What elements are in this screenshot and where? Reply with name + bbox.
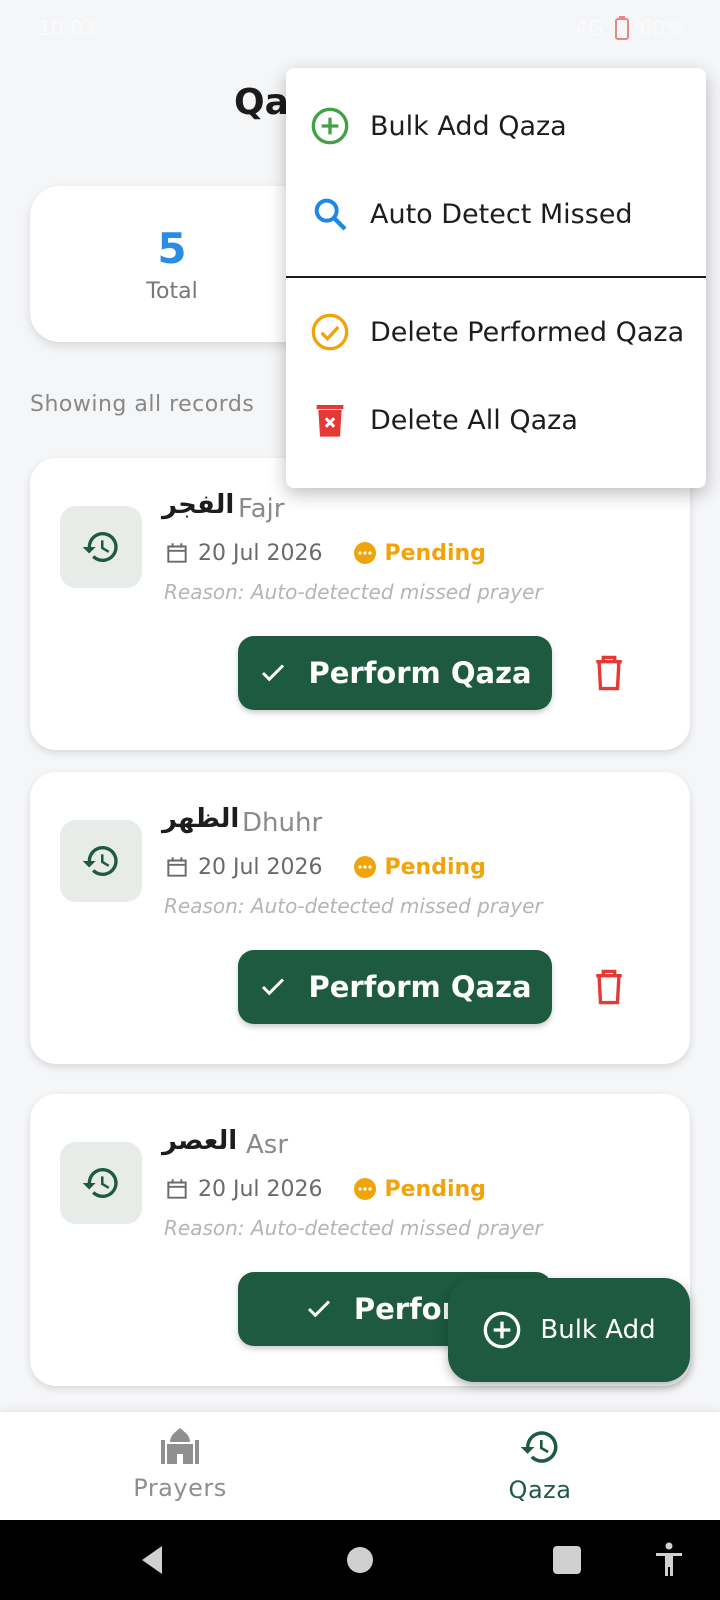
status-badge: Pending [353,855,486,880]
prayer-name-english: Fajr [238,494,285,524]
add-circle-icon [311,107,349,145]
status-badge: Pending [353,541,486,566]
back-icon[interactable] [136,1544,168,1576]
menu-item-label: Auto Detect Missed [370,198,633,230]
nav-label-prayers: Prayers [133,1474,227,1502]
system-nav-bar [0,1520,720,1600]
bulk-add-label: Bulk Add [540,1315,656,1345]
menu-item-auto-detect[interactable]: Auto Detect Missed [310,194,633,234]
date-status-row: 20 Jul 2026 Pending [164,854,486,880]
nav-item-prayers[interactable]: Prayers [80,1426,280,1502]
prayer-name-arabic: العصر [162,1126,238,1156]
trash-icon [596,655,622,691]
delete-button[interactable] [586,962,632,1012]
status-text: Pending [384,854,486,880]
history-icon [82,1168,118,1198]
history-icon [82,532,118,562]
battery-icon [614,16,629,40]
menu-item-label: Delete All Qaza [370,404,578,436]
qaza-reason: Reason: Auto-detected missed prayer [164,1216,543,1240]
status-text: Pending [384,1176,486,1202]
battery-percent: 60% [639,16,684,40]
qaza-card: الفجر Fajr 20 Jul 2026 Pending Reason: A… [30,458,690,750]
prayer-name-arabic: الظهر [162,804,240,834]
qaza-date: 20 Jul 2026 [198,854,323,880]
network-label: 4G [575,16,604,40]
calendar-icon [167,543,187,563]
prayer-name-english: Asr [246,1130,289,1160]
home-icon[interactable] [346,1546,374,1574]
trash-icon [596,969,622,1005]
filter-summary: Showing all records [30,392,255,417]
check-icon [262,978,285,996]
bottom-nav: Prayers Qaza [0,1412,720,1520]
status-badge: Pending [353,1177,486,1202]
status-text: Pending [384,540,486,566]
pending-dots-icon [353,542,376,564]
nav-label-qaza: Qaza [508,1476,572,1504]
qaza-reason: Reason: Auto-detected missed prayer [164,894,543,918]
accessibility-icon[interactable] [654,1542,684,1578]
status-right: 4G 60% [575,16,684,40]
qaza-card-icon-box [60,820,142,902]
mosque-icon [161,1428,199,1464]
menu-item-label: Delete Performed Qaza [370,316,685,348]
recents-icon[interactable] [552,1545,582,1575]
menu-divider [286,276,706,278]
date-status-row: 20 Jul 2026 Pending [164,540,486,566]
stat-total-label: Total [146,279,198,304]
qaza-reason: Reason: Auto-detected missed prayer [164,580,543,604]
nav-item-qaza[interactable]: Qaza [440,1426,640,1504]
prayer-name-arabic: الفجر [162,490,235,520]
status-time: 10:03 [38,16,96,40]
add-circle-icon [484,1311,521,1349]
menu-item-delete-all[interactable]: Delete All Qaza [310,400,578,440]
check-circle-icon [311,313,349,351]
perform-qaza-button[interactable]: Perform Qaza [238,636,552,710]
qaza-card-icon-box [60,1142,142,1224]
calendar-icon [167,1179,187,1199]
history-icon [520,1431,558,1463]
menu-item-label: Bulk Add Qaza [370,110,567,142]
stat-total: 5 Total [82,224,262,304]
qaza-date: 20 Jul 2026 [198,540,323,566]
menu-item-bulk-add[interactable]: Bulk Add Qaza [310,106,567,146]
prayer-name-english: Dhuhr [242,808,323,838]
pending-dots-icon [353,1178,376,1200]
pending-dots-icon [353,856,376,878]
stat-total-value: 5 [157,224,187,273]
overflow-menu: Bulk Add Qaza Auto Detect Missed Delete … [286,68,706,488]
qaza-card-icon-box [60,506,142,588]
check-icon [307,1300,330,1318]
perform-qaza-label: Perform Qaza [308,656,532,690]
menu-item-delete-performed[interactable]: Delete Performed Qaza [310,312,684,352]
date-status-row: 20 Jul 2026 Pending [164,1176,486,1202]
search-icon [314,198,347,231]
bulk-add-fab[interactable]: Bulk Add [448,1278,690,1382]
perform-qaza-button[interactable]: Perform Qaza [238,950,552,1024]
perform-qaza-label: Perform Qaza [308,970,532,1004]
check-icon [262,664,285,682]
history-icon [82,846,118,876]
calendar-icon [167,857,187,877]
qaza-date: 20 Jul 2026 [198,1176,323,1202]
delete-icon [316,405,344,437]
qaza-card: الظهر Dhuhr 20 Jul 2026 Pending Reason: … [30,772,690,1064]
delete-button[interactable] [586,648,632,698]
status-bar: 10:03 4G 60% [0,0,720,56]
